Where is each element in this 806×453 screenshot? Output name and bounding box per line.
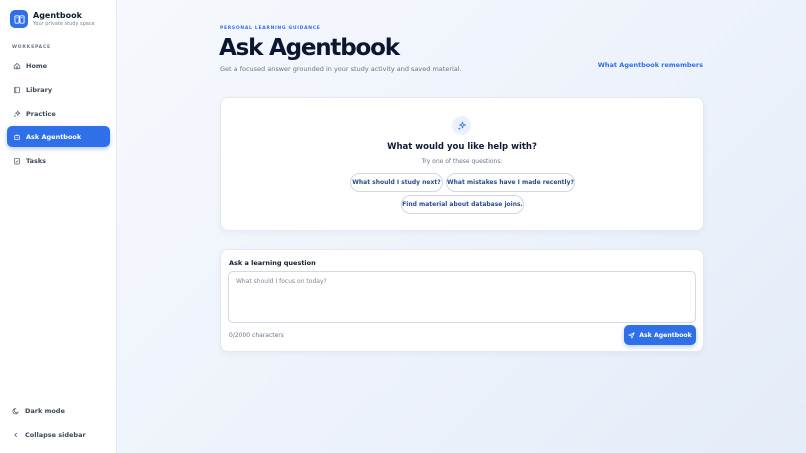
help-title: What would you like help with? [387,142,537,152]
ask-label: Ask a learning question [229,259,316,267]
send-icon [628,331,635,339]
sidebar-item-label: Home [26,61,48,70]
suggestion-chip[interactable]: What mistakes have I made recently? [446,173,575,192]
sidebar-item-library[interactable]: Library [7,79,110,100]
sidebar-item-label: Tasks [26,156,47,165]
sidebar-item-tasks[interactable]: Tasks [7,150,110,171]
ask-agentbook-button[interactable]: Ask Agentbook [624,325,696,345]
brand-title: Agentbook [33,10,82,20]
sidebar-item-home[interactable]: Home [7,55,110,76]
page-subtitle: Get a focused answer grounded in your st… [220,65,462,73]
book-icon [14,86,20,93]
dark-mode-label: Dark mode [25,407,65,415]
sidebar-item-label: Practice [26,109,56,118]
home-icon [13,62,21,69]
ask-button-label: Ask Agentbook [639,331,692,339]
sparkles-icon [452,116,471,135]
sparkle-icon [13,109,21,117]
sidebar-item-ask-agentbook[interactable]: Ask Agentbook [7,126,110,147]
help-card: What would you like help with? Try one o… [220,97,704,231]
section-label-workspace: WORKSPACE [12,45,51,50]
collapse-sidebar-button[interactable]: Collapse sidebar [12,431,86,439]
brand[interactable]: Agentbook Your private study space [10,10,95,28]
checklist-icon [14,157,20,164]
sidebar-item-label: Library [26,85,53,94]
book-logo-icon [10,10,28,28]
robot-icon [14,133,20,140]
sidebar-item-label: Ask Agentbook [26,132,82,141]
sidebar: Agentbook Your private study space WORKS… [0,0,117,453]
page-title: Ask Agentbook [219,35,400,61]
character-count: 0/2000 characters [229,332,284,339]
brand-subtitle: Your private study space [33,20,95,27]
suggestion-chip[interactable]: What should I study next? [350,173,443,192]
dark-mode-toggle[interactable]: Dark mode [12,407,65,415]
help-subtitle: Try one of these questions: [421,158,503,165]
moon-icon [12,408,19,415]
page-eyebrow: PERSONAL LEARNING GUIDANCE [220,26,321,31]
what-agentbook-remembers-link[interactable]: What Agentbook remembers [598,61,703,69]
question-input[interactable] [228,271,696,323]
chevron-left-icon [14,432,18,438]
suggestion-chip[interactable]: Find material about database joins. [401,195,524,214]
collapse-sidebar-label: Collapse sidebar [25,431,86,439]
sidebar-item-practice[interactable]: Practice [7,103,110,124]
ask-card: Ask a learning question 0/2000 character… [220,249,704,352]
